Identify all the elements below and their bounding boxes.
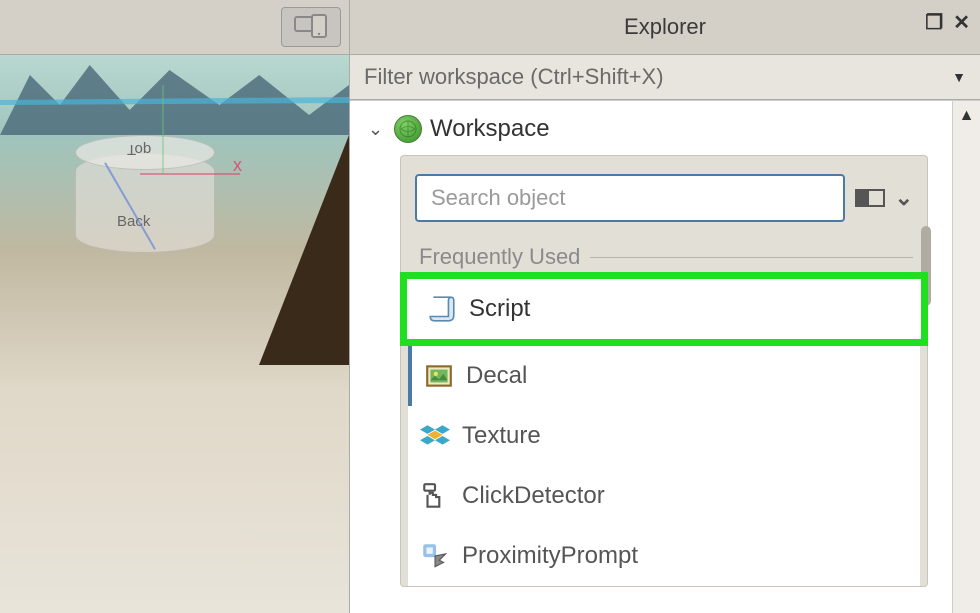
decal-icon (424, 361, 454, 391)
undock-icon[interactable]: ❐ (925, 10, 943, 35)
list-item-label: Decal (466, 362, 527, 390)
face-label-top: Top (127, 141, 151, 158)
list-item-label: ProximityPrompt (462, 542, 638, 570)
axis-x (140, 173, 240, 175)
search-placeholder: Search object (431, 185, 566, 211)
object-list: Script Decal (408, 272, 920, 586)
view-toggle-icon[interactable] (855, 189, 885, 207)
viewport-toolbar (0, 0, 349, 55)
list-item-label: Texture (462, 422, 541, 450)
close-icon[interactable]: ✕ (953, 10, 970, 35)
scroll-up-icon[interactable]: ▲ (959, 107, 975, 125)
workspace-label: Workspace (430, 115, 550, 143)
explorer-tree: ⌄ Workspace Search object ⌄ (350, 101, 952, 613)
explorer-scrollbar[interactable]: ▲ (952, 101, 980, 613)
list-item-label: ClickDetector (462, 482, 605, 510)
viewport-pane: Top Back (0, 0, 350, 613)
chevron-down-icon[interactable]: ⌄ (368, 119, 386, 140)
insert-object-panel: Search object ⌄ Frequently Used (400, 155, 928, 587)
chevron-down-icon[interactable]: ⌄ (895, 185, 913, 211)
device-icon (294, 14, 328, 40)
list-item-proximityprompt[interactable]: ProximityPrompt (408, 526, 920, 586)
terrain-mountains (0, 55, 349, 135)
filter-placeholder: Filter workspace (Ctrl+Shift+X) (364, 64, 664, 90)
list-item-script[interactable]: Script (400, 272, 928, 346)
section-frequently-used: Frequently Used (415, 244, 913, 270)
list-item-texture[interactable]: Texture (408, 406, 920, 466)
search-object-input[interactable]: Search object (415, 174, 845, 222)
explorer-header: Explorer ❐ ✕ (350, 0, 980, 55)
explorer-panel: Explorer ❐ ✕ Filter workspace (Ctrl+Shif… (350, 0, 980, 613)
filter-bar[interactable]: Filter workspace (Ctrl+Shift+X) ▼ (350, 55, 980, 100)
list-item-clickdetector[interactable]: ClickDetector (408, 466, 920, 526)
proximityprompt-icon (420, 541, 450, 571)
explorer-title: Explorer (350, 14, 980, 40)
device-emulation-button[interactable] (281, 7, 341, 47)
list-item-decal[interactable]: Decal (408, 346, 920, 406)
axis-y (162, 85, 164, 175)
list-item-label: Script (469, 295, 530, 323)
clickdetector-icon (420, 481, 450, 511)
texture-icon (420, 421, 450, 451)
tree-node-workspace[interactable]: ⌄ Workspace (350, 113, 952, 155)
selected-part-cylinder[interactable]: Top Back (75, 135, 215, 265)
terrain-slope (259, 135, 349, 365)
viewport-3d[interactable]: Top Back (0, 55, 349, 613)
filter-dropdown-icon[interactable]: ▼ (952, 69, 966, 85)
script-icon (427, 294, 457, 324)
workspace-icon (394, 115, 422, 143)
